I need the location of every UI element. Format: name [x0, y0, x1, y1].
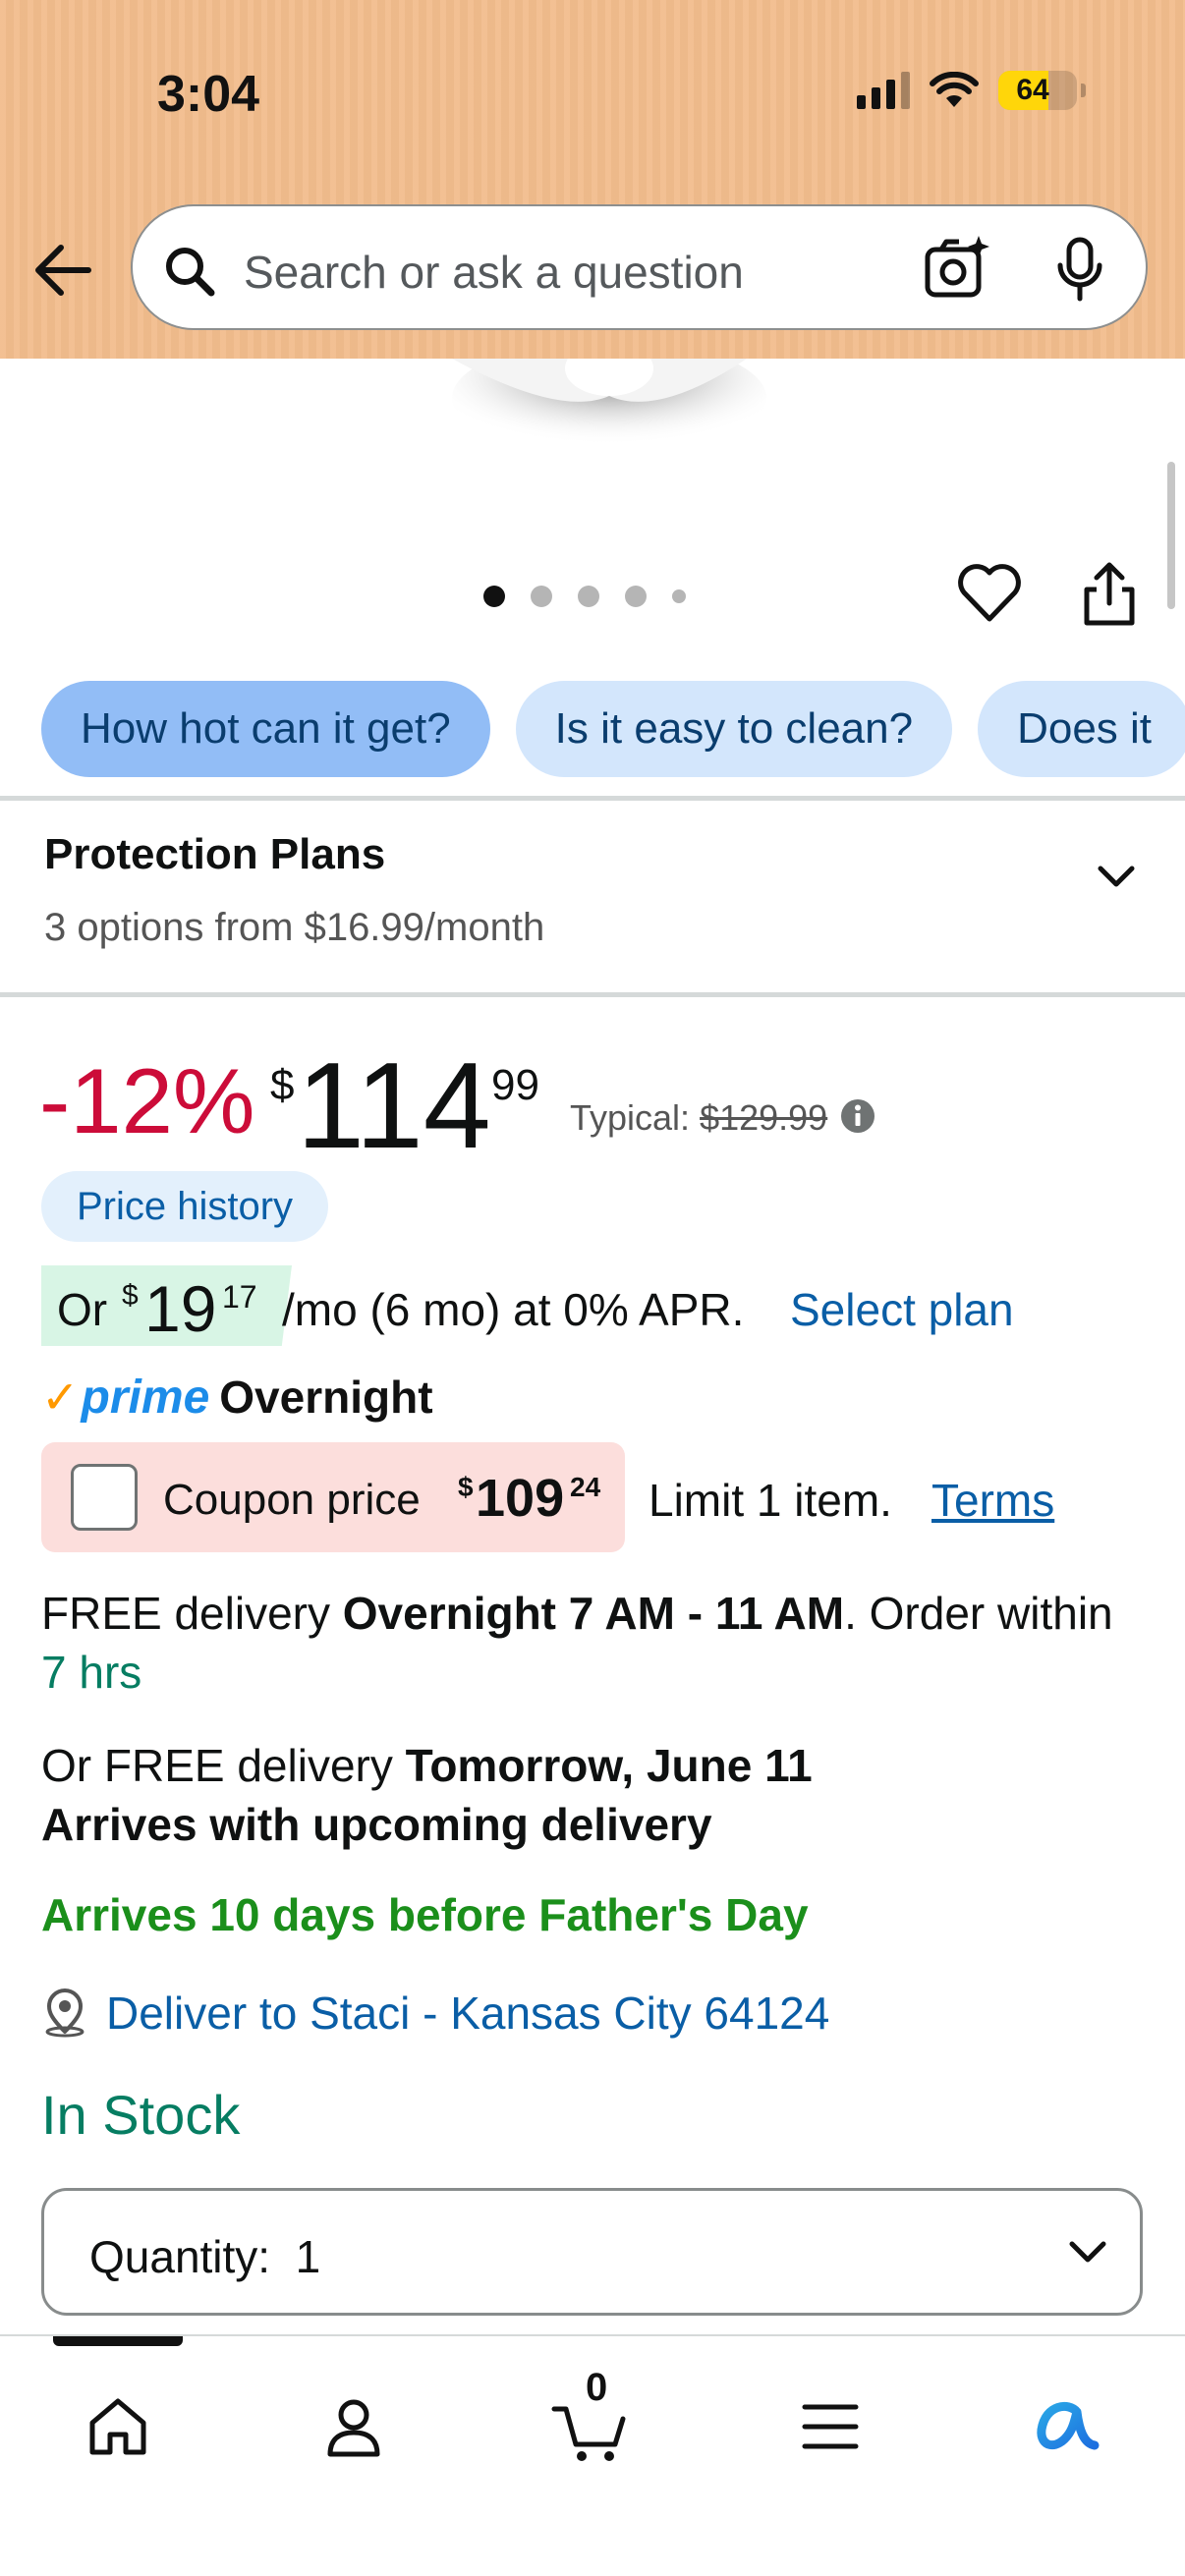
typical-label: Typical:: [570, 1097, 691, 1138]
coupon-limit: Limit 1 item.: [649, 1475, 892, 1526]
share-icon[interactable]: [1077, 560, 1142, 629]
protection-plans-subtitle: 3 options from $16.99/month: [44, 906, 545, 949]
status-icons: 64: [857, 71, 1086, 110]
menu-icon[interactable]: [781, 2378, 879, 2476]
chevron-down-icon: [1069, 2241, 1106, 2263]
delivery-date: Tomorrow, June 11: [405, 1740, 813, 1791]
price-currency: $: [270, 1061, 295, 1109]
back-arrow-icon[interactable]: [29, 236, 98, 305]
coupon-whole: 109: [476, 1469, 565, 1528]
question-chips: How hot can it get? Is it easy to clean?…: [41, 681, 1185, 777]
price-fraction: 99: [491, 1061, 539, 1109]
account-icon[interactable]: [305, 2378, 403, 2476]
camera-lens-icon[interactable]: [922, 234, 992, 305]
delivery-overnight: FREE delivery Overnight 7 AM - 11 AM. Or…: [41, 1584, 1122, 1702]
installment-terms: /mo (6 mo) at 0% APR.: [282, 1284, 745, 1335]
delivery-or-free: Or FREE delivery: [41, 1740, 406, 1791]
coupon-checkbox[interactable]: [71, 1464, 138, 1531]
heart-icon[interactable]: [955, 560, 1024, 625]
scrollbar[interactable]: [1167, 462, 1175, 609]
quantity-value: 1: [295, 2231, 321, 2282]
search-placeholder: Search or ask a question: [244, 247, 744, 298]
info-icon[interactable]: [840, 1098, 875, 1134]
delivery-upcoming: Arrives with upcoming delivery: [41, 1799, 712, 1850]
coupon-currency: $: [458, 1472, 474, 1502]
chip-does-it[interactable]: Does it: [978, 681, 1185, 777]
chevron-down-icon[interactable]: [1093, 853, 1140, 900]
quantity-select[interactable]: Quantity: 1: [41, 2188, 1143, 2316]
image-carousel-dots[interactable]: [483, 586, 686, 607]
price-history-button[interactable]: Price history: [41, 1171, 329, 1242]
typical-price: Typical: $129.99: [570, 1097, 827, 1139]
quantity-label: Quantity: 1: [89, 2230, 320, 2283]
installment-whole: 19: [144, 1272, 217, 1345]
prime-check-icon: ✓: [41, 1372, 80, 1423]
divider: [0, 992, 1185, 997]
chip-how-hot[interactable]: How hot can it get?: [41, 681, 490, 777]
cart-count: 0: [586, 2366, 608, 2409]
coupon-fraction: 24: [570, 1472, 601, 1502]
delivery-free-text: FREE delivery: [41, 1588, 343, 1639]
carousel-dot[interactable]: [531, 586, 552, 607]
search-icon: [166, 248, 215, 297]
microphone-icon[interactable]: [1054, 236, 1105, 305]
wifi-icon: [930, 72, 979, 107]
battery-icon: 64: [998, 71, 1086, 110]
typical-price-value: $129.99: [700, 1097, 828, 1138]
nav-active-indicator: [53, 2336, 183, 2346]
carousel-dot[interactable]: [672, 589, 686, 603]
protection-plans-title[interactable]: Protection Plans: [44, 830, 385, 879]
discount-percent: -12%: [39, 1049, 255, 1152]
product-image[interactable]: [413, 359, 806, 467]
header: 3:04 64 Search or ask a question: [0, 0, 1185, 359]
location-pin-icon: [45, 1988, 85, 2038]
installment-currency: $: [122, 1279, 139, 1312]
delivery-tomorrow: Or FREE delivery Tomorrow, June 11 Arriv…: [41, 1736, 1122, 1854]
stock-status: In Stock: [41, 2084, 241, 2146]
installment-prefix: Or: [57, 1284, 108, 1335]
cellular-signal-icon: [857, 72, 910, 109]
status-time: 3:04: [157, 66, 260, 123]
deliver-to-link[interactable]: Deliver to Staci - Kansas City 64124: [106, 1987, 829, 2040]
installment-fraction: 17: [222, 1279, 257, 1315]
select-plan-link[interactable]: Select plan: [790, 1283, 1014, 1336]
rufus-icon[interactable]: [1018, 2378, 1116, 2476]
coupon-box[interactable]: Coupon price $ 109 24: [41, 1442, 625, 1552]
delivery-order-within: . Order within: [844, 1588, 1113, 1639]
carousel-dot[interactable]: [625, 586, 647, 607]
bottom-nav: 0: [0, 2334, 1185, 2576]
prime-overnight: Overnight: [219, 1372, 433, 1423]
price-whole: 114: [297, 1038, 491, 1174]
coupon-label: Coupon price: [163, 1476, 421, 1524]
carousel-dot[interactable]: [578, 586, 599, 607]
delivery-countdown: 7 hrs: [41, 1647, 142, 1698]
quantity-label-text: Quantity:: [89, 2231, 271, 2282]
prime-logo: prime: [81, 1371, 210, 1424]
chip-easy-clean[interactable]: Is it easy to clean?: [515, 681, 953, 777]
terms-link[interactable]: Terms: [931, 1474, 1054, 1527]
divider: [0, 796, 1185, 801]
prime-badge: ✓ prime Overnight: [41, 1368, 433, 1427]
home-icon[interactable]: [69, 2378, 167, 2476]
carousel-dot[interactable]: [483, 586, 505, 607]
fathers-day-note: Arrives 10 days before Father's Day: [41, 1889, 809, 1940]
battery-level: 64: [1016, 74, 1049, 106]
search-input[interactable]: Search or ask a question: [131, 204, 1148, 330]
delivery-overnight-window: Overnight 7 AM - 11 AM: [342, 1588, 845, 1639]
